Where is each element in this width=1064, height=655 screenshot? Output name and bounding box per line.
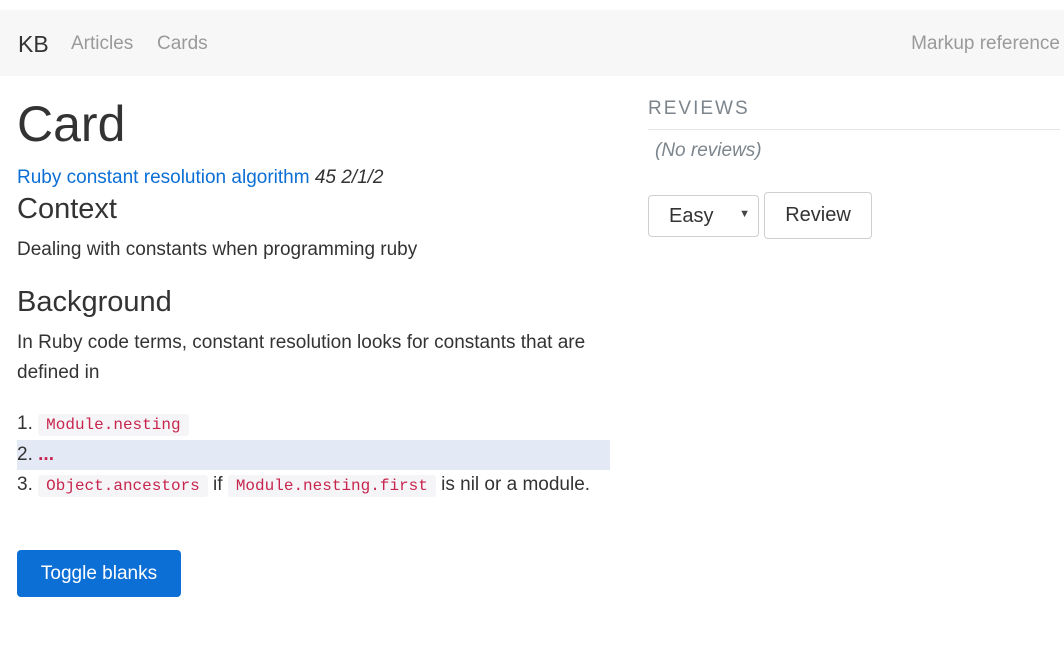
nav-cards-link[interactable]: Cards <box>157 32 208 56</box>
context-text: Dealing with constants when programming … <box>17 239 418 260</box>
step-text: is nil or a module. <box>441 474 591 495</box>
navbar: KB Articles Cards Markup reference <box>0 10 1064 76</box>
no-reviews-text: (No reviews) <box>655 140 762 161</box>
nav-articles-link[interactable]: Articles <box>71 32 133 56</box>
reviews-heading: REVIEWS <box>648 98 750 119</box>
grade-select[interactable]: Easy ▼ <box>648 195 759 237</box>
chevron-down-icon: ▼ <box>739 208 750 220</box>
card-meta: Ruby constant resolution algorithm 45 2/… <box>17 166 384 190</box>
steps-list: 1. Module.nesting 2. ... 3. Object.ances… <box>17 409 610 501</box>
step-item-blank[interactable]: 2. ... <box>17 440 610 470</box>
page-title: Card <box>17 96 126 152</box>
background-heading: Background <box>17 286 172 318</box>
step-number: 3. <box>17 474 33 495</box>
step-number: 2. <box>17 444 33 465</box>
nav-markup-reference-link[interactable]: Markup reference <box>911 32 1060 56</box>
code-snippet: Module.nesting.first <box>227 475 436 497</box>
card-stats: 45 2/1/2 <box>314 167 384 188</box>
step-item: 1. Module.nesting <box>17 409 610 440</box>
context-heading: Context <box>17 193 117 225</box>
reviews-divider <box>648 129 1060 130</box>
blank-placeholder[interactable]: ... <box>38 444 54 465</box>
background-text: In Ruby code terms, constant resolution … <box>17 332 586 383</box>
code-snippet: Object.ancestors <box>38 475 208 497</box>
step-text: if <box>213 474 223 495</box>
article-link[interactable]: Ruby constant resolution algorithm <box>17 167 310 188</box>
step-number: 1. <box>17 413 33 434</box>
code-snippet: Module.nesting <box>38 414 189 436</box>
toggle-blanks-button[interactable]: Toggle blanks <box>17 550 181 597</box>
brand-link[interactable]: KB <box>18 30 49 58</box>
review-button[interactable]: Review <box>764 192 872 239</box>
grade-select-value: Easy <box>669 205 714 227</box>
step-item: 3. Object.ancestors if Module.nesting.fi… <box>17 470 610 501</box>
